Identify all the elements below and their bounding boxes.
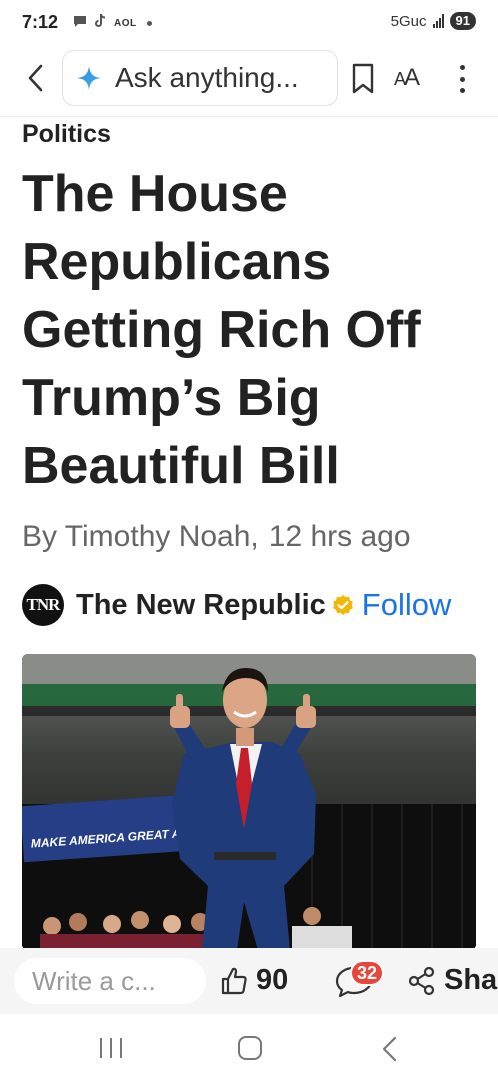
like-button[interactable]: 90 bbox=[220, 964, 288, 997]
more-dot-icon bbox=[459, 76, 465, 82]
more-options-button[interactable] bbox=[452, 62, 472, 96]
comment-count-badge: 32 bbox=[350, 960, 384, 986]
text-size-small-a: A bbox=[394, 69, 406, 89]
system-back-button[interactable] bbox=[380, 1036, 400, 1062]
ask-anything-search-box[interactable]: Ask anything... bbox=[62, 50, 338, 106]
share-label: Sha bbox=[444, 964, 498, 996]
engagement-bar: Write a c... 90 Sha bbox=[0, 948, 498, 1014]
like-count: 90 bbox=[256, 964, 289, 996]
signal-icon bbox=[432, 14, 444, 28]
bookmark-icon bbox=[352, 63, 374, 94]
article-hero-image[interactable]: MAKE AMERICA GREAT AGAI bbox=[22, 654, 476, 950]
thumbs-up-icon bbox=[221, 967, 247, 994]
system-back-chevron-icon bbox=[382, 1036, 397, 1062]
chat-notification-icon bbox=[72, 13, 88, 33]
status-time: 7:12 bbox=[22, 12, 59, 32]
more-dot-icon bbox=[459, 65, 465, 70]
toolbar-divider bbox=[0, 116, 498, 117]
system-icons: 5Guc 91 bbox=[391, 12, 476, 30]
follow-button[interactable]: Follow bbox=[362, 587, 452, 623]
tiktok-icon bbox=[94, 13, 108, 33]
recents-line-icon bbox=[100, 1038, 102, 1058]
comment-placeholder: Write a c... bbox=[32, 965, 156, 996]
publisher-logo[interactable]: TNR bbox=[22, 584, 64, 626]
back-button[interactable] bbox=[18, 60, 52, 96]
text-size-button[interactable]: AA bbox=[394, 64, 420, 92]
share-button[interactable]: Sha bbox=[408, 964, 497, 997]
share-icon bbox=[408, 966, 435, 995]
aol-notification-icon: AOL bbox=[114, 17, 137, 29]
verified-badge-icon bbox=[332, 595, 353, 615]
bookmark-button[interactable] bbox=[348, 62, 378, 96]
notification-icons: AOL bbox=[72, 13, 152, 33]
home-button[interactable] bbox=[238, 1036, 262, 1060]
publisher-name[interactable]: The New Republic bbox=[76, 589, 326, 622]
more-dot-icon bbox=[459, 88, 465, 93]
article-byline: By Timothy Noah, 12 hrs ago bbox=[22, 520, 421, 554]
publish-time: 12 hrs ago bbox=[268, 520, 411, 553]
text-size-big-a: A bbox=[404, 64, 420, 91]
search-placeholder: Ask anything... bbox=[115, 62, 299, 93]
copilot-sparkle-icon bbox=[77, 66, 101, 90]
article-category[interactable]: Politics bbox=[22, 120, 111, 149]
status-bar: 7:12 AOL 5Guc 91 bbox=[0, 0, 498, 46]
publisher-row: TNR The New Republic Follow bbox=[22, 583, 482, 627]
chevron-left-icon bbox=[28, 64, 43, 92]
article-headline: The House Republicans Getting Rich Off T… bbox=[22, 165, 421, 495]
battery-level: 91 bbox=[449, 12, 476, 30]
author-name: By Timothy Noah, bbox=[22, 520, 259, 553]
more-notifications-dot-icon bbox=[146, 20, 152, 26]
top-toolbar: Ask anything... AA bbox=[0, 46, 498, 112]
write-comment-input[interactable]: Write a c... bbox=[14, 958, 206, 1004]
network-type: 5Guc bbox=[390, 12, 427, 30]
system-nav-bar bbox=[0, 1014, 498, 1080]
recents-line-icon bbox=[120, 1038, 122, 1058]
rally-photo-illustration: MAKE AMERICA GREAT AGAI bbox=[22, 654, 476, 950]
recent-apps-button[interactable] bbox=[100, 1038, 122, 1058]
recents-line-icon bbox=[110, 1038, 112, 1058]
